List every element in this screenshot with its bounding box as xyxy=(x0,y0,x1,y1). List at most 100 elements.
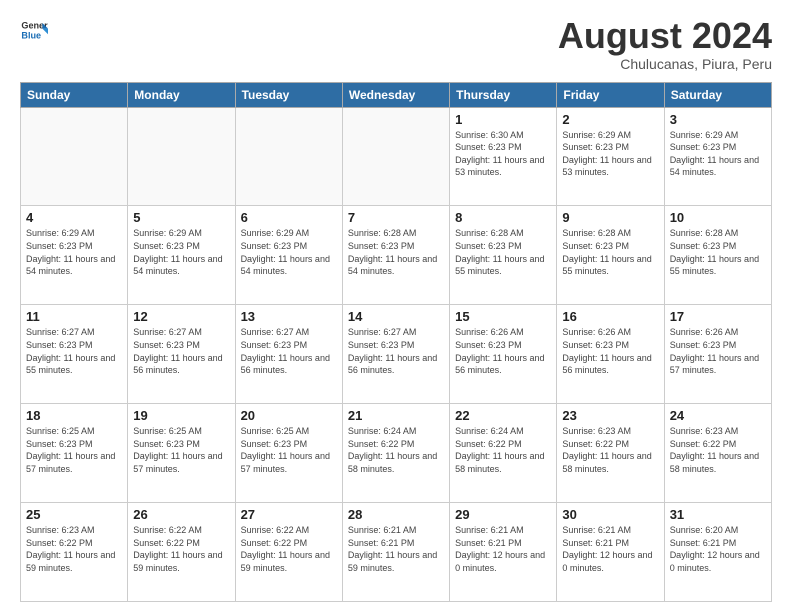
calendar-cell: 2 Sunrise: 6:29 AM Sunset: 6:23 PM Daylig… xyxy=(557,107,664,206)
day-number: 31 xyxy=(670,507,766,522)
calendar-cell: 6 Sunrise: 6:29 AM Sunset: 6:23 PM Daylig… xyxy=(235,206,342,305)
day-number: 27 xyxy=(241,507,337,522)
calendar-cell: 16 Sunrise: 6:26 AM Sunset: 6:23 PM Dayli… xyxy=(557,305,664,404)
day-number: 3 xyxy=(670,112,766,127)
day-info: Sunrise: 6:29 AM Sunset: 6:23 PM Dayligh… xyxy=(241,227,337,277)
day-number: 4 xyxy=(26,210,122,225)
day-number: 22 xyxy=(455,408,551,423)
day-number: 8 xyxy=(455,210,551,225)
calendar-subtitle: Chulucanas, Piura, Peru xyxy=(558,56,772,72)
day-info: Sunrise: 6:20 AM Sunset: 6:21 PM Dayligh… xyxy=(670,524,766,574)
day-info: Sunrise: 6:24 AM Sunset: 6:22 PM Dayligh… xyxy=(348,425,444,475)
day-info: Sunrise: 6:23 AM Sunset: 6:22 PM Dayligh… xyxy=(562,425,658,475)
calendar-cell: 13 Sunrise: 6:27 AM Sunset: 6:23 PM Dayli… xyxy=(235,305,342,404)
calendar-cell: 25 Sunrise: 6:23 AM Sunset: 6:22 PM Dayli… xyxy=(21,503,128,602)
day-info: Sunrise: 6:23 AM Sunset: 6:22 PM Dayligh… xyxy=(670,425,766,475)
calendar-cell: 10 Sunrise: 6:28 AM Sunset: 6:23 PM Dayli… xyxy=(664,206,771,305)
calendar-cell: 5 Sunrise: 6:29 AM Sunset: 6:23 PM Daylig… xyxy=(128,206,235,305)
calendar-cell: 20Sunrise: 6:25 AM Sunset: 6:23 PM Dayli… xyxy=(235,404,342,503)
day-info: Sunrise: 6:26 AM Sunset: 6:23 PM Dayligh… xyxy=(562,326,658,376)
day-header-thursday: Thursday xyxy=(450,82,557,107)
calendar-cell: 26 Sunrise: 6:22 AM Sunset: 6:22 PM Dayli… xyxy=(128,503,235,602)
calendar-cell: 24 Sunrise: 6:23 AM Sunset: 6:22 PM Dayli… xyxy=(664,404,771,503)
calendar-cell: 22 Sunrise: 6:24 AM Sunset: 6:22 PM Dayli… xyxy=(450,404,557,503)
calendar-cell: 12 Sunrise: 6:27 AM Sunset: 6:23 PM Dayli… xyxy=(128,305,235,404)
calendar-cell: 29 Sunrise: 6:21 AM Sunset: 6:21 PM Dayli… xyxy=(450,503,557,602)
day-number: 12 xyxy=(133,309,229,324)
day-info: Sunrise: 6:21 AM Sunset: 6:21 PM Dayligh… xyxy=(455,524,551,574)
day-number: 6 xyxy=(241,210,337,225)
day-header-wednesday: Wednesday xyxy=(342,82,449,107)
day-info: Sunrise: 6:30 AM Sunset: 6:23 PM Dayligh… xyxy=(455,129,551,179)
day-number: 18 xyxy=(26,408,122,423)
day-number: 29 xyxy=(455,507,551,522)
calendar-cell: 21 Sunrise: 6:24 AM Sunset: 6:22 PM Dayli… xyxy=(342,404,449,503)
day-number: 20 xyxy=(241,408,337,423)
day-info: Sunrise: 6:29 AM Sunset: 6:23 PM Dayligh… xyxy=(562,129,658,179)
day-number: 28 xyxy=(348,507,444,522)
calendar-cell: 31 Sunrise: 6:20 AM Sunset: 6:21 PM Dayli… xyxy=(664,503,771,602)
day-info: Sunrise: 6:28 AM Sunset: 6:23 PM Dayligh… xyxy=(562,227,658,277)
calendar-cell: 15 Sunrise: 6:26 AM Sunset: 6:23 PM Dayli… xyxy=(450,305,557,404)
day-number: 24 xyxy=(670,408,766,423)
day-info: Sunrise: 6:28 AM Sunset: 6:23 PM Dayligh… xyxy=(670,227,766,277)
calendar-cell: 28 Sunrise: 6:21 AM Sunset: 6:21 PM Dayli… xyxy=(342,503,449,602)
day-header-monday: Monday xyxy=(128,82,235,107)
calendar-cell xyxy=(21,107,128,206)
day-number: 15 xyxy=(455,309,551,324)
calendar-cell: 8Sunrise: 6:28 AM Sunset: 6:23 PM Daylig… xyxy=(450,206,557,305)
calendar-cell: 9 Sunrise: 6:28 AM Sunset: 6:23 PM Daylig… xyxy=(557,206,664,305)
day-number: 21 xyxy=(348,408,444,423)
calendar-title: August 2024 xyxy=(558,16,772,56)
day-info: Sunrise: 6:27 AM Sunset: 6:23 PM Dayligh… xyxy=(26,326,122,376)
day-number: 7 xyxy=(348,210,444,225)
day-info: Sunrise: 6:26 AM Sunset: 6:23 PM Dayligh… xyxy=(670,326,766,376)
svg-text:Blue: Blue xyxy=(21,30,41,40)
day-number: 10 xyxy=(670,210,766,225)
calendar-cell: 4Sunrise: 6:29 AM Sunset: 6:23 PM Daylig… xyxy=(21,206,128,305)
day-number: 1 xyxy=(455,112,551,127)
day-info: Sunrise: 6:25 AM Sunset: 6:23 PM Dayligh… xyxy=(133,425,229,475)
day-info: Sunrise: 6:22 AM Sunset: 6:22 PM Dayligh… xyxy=(133,524,229,574)
calendar-cell: 23 Sunrise: 6:23 AM Sunset: 6:22 PM Dayli… xyxy=(557,404,664,503)
day-info: Sunrise: 6:28 AM Sunset: 6:23 PM Dayligh… xyxy=(348,227,444,277)
day-info: Sunrise: 6:22 AM Sunset: 6:22 PM Dayligh… xyxy=(241,524,337,574)
calendar-cell: 14Sunrise: 6:27 AM Sunset: 6:23 PM Dayli… xyxy=(342,305,449,404)
calendar-cell xyxy=(342,107,449,206)
day-info: Sunrise: 6:24 AM Sunset: 6:22 PM Dayligh… xyxy=(455,425,551,475)
day-number: 5 xyxy=(133,210,229,225)
day-header-friday: Friday xyxy=(557,82,664,107)
calendar-cell: 11 Sunrise: 6:27 AM Sunset: 6:23 PM Dayli… xyxy=(21,305,128,404)
calendar-cell: 7 Sunrise: 6:28 AM Sunset: 6:23 PM Daylig… xyxy=(342,206,449,305)
day-header-tuesday: Tuesday xyxy=(235,82,342,107)
day-info: Sunrise: 6:27 AM Sunset: 6:23 PM Dayligh… xyxy=(348,326,444,376)
calendar-cell: 30 Sunrise: 6:21 AM Sunset: 6:21 PM Dayli… xyxy=(557,503,664,602)
calendar-table: SundayMondayTuesdayWednesdayThursdayFrid… xyxy=(20,82,772,602)
day-number: 26 xyxy=(133,507,229,522)
day-info: Sunrise: 6:27 AM Sunset: 6:23 PM Dayligh… xyxy=(133,326,229,376)
calendar-cell: 18Sunrise: 6:25 AM Sunset: 6:23 PM Dayli… xyxy=(21,404,128,503)
calendar-cell: 17 Sunrise: 6:26 AM Sunset: 6:23 PM Dayli… xyxy=(664,305,771,404)
day-info: Sunrise: 6:21 AM Sunset: 6:21 PM Dayligh… xyxy=(562,524,658,574)
day-info: Sunrise: 6:27 AM Sunset: 6:23 PM Dayligh… xyxy=(241,326,337,376)
day-info: Sunrise: 6:23 AM Sunset: 6:22 PM Dayligh… xyxy=(26,524,122,574)
day-number: 9 xyxy=(562,210,658,225)
day-number: 2 xyxy=(562,112,658,127)
day-number: 30 xyxy=(562,507,658,522)
calendar-cell xyxy=(235,107,342,206)
day-number: 17 xyxy=(670,309,766,324)
day-number: 13 xyxy=(241,309,337,324)
logo: General Blue xyxy=(20,16,48,44)
day-number: 19 xyxy=(133,408,229,423)
day-number: 23 xyxy=(562,408,658,423)
day-info: Sunrise: 6:21 AM Sunset: 6:21 PM Dayligh… xyxy=(348,524,444,574)
day-info: Sunrise: 6:26 AM Sunset: 6:23 PM Dayligh… xyxy=(455,326,551,376)
day-number: 25 xyxy=(26,507,122,522)
day-info: Sunrise: 6:29 AM Sunset: 6:23 PM Dayligh… xyxy=(133,227,229,277)
calendar-cell: 27 Sunrise: 6:22 AM Sunset: 6:22 PM Dayli… xyxy=(235,503,342,602)
day-number: 11 xyxy=(26,309,122,324)
day-header-saturday: Saturday xyxy=(664,82,771,107)
title-block: August 2024 Chulucanas, Piura, Peru xyxy=(558,16,772,72)
day-info: Sunrise: 6:29 AM Sunset: 6:23 PM Dayligh… xyxy=(670,129,766,179)
day-number: 16 xyxy=(562,309,658,324)
